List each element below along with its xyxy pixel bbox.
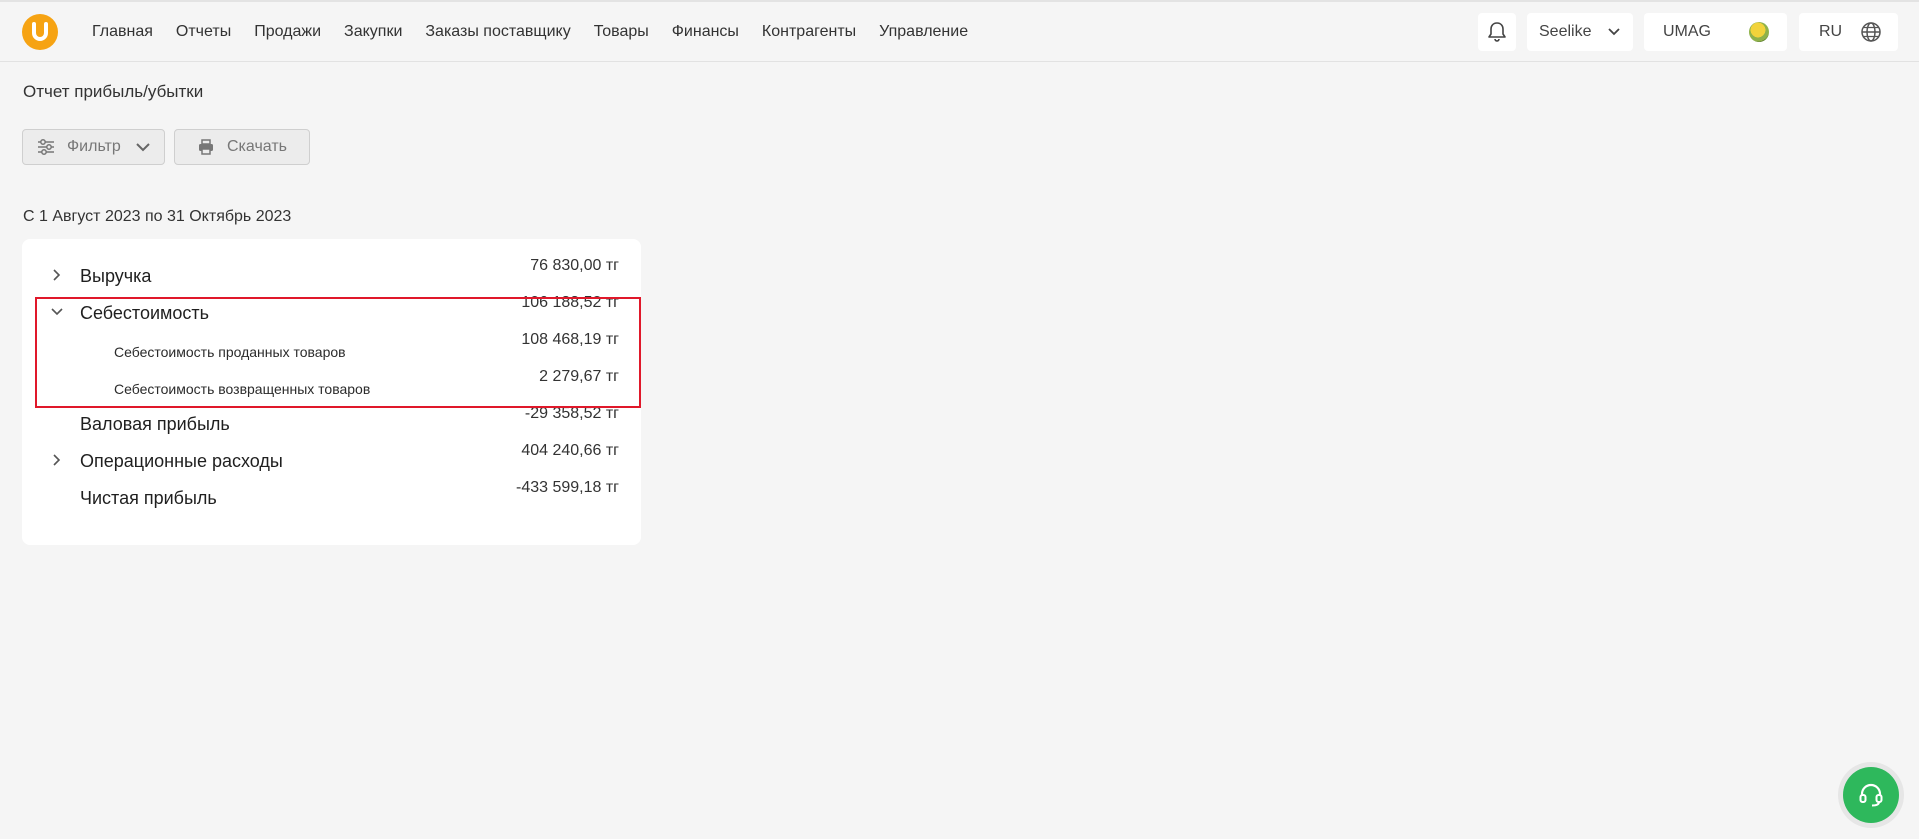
chevron-right-icon xyxy=(53,454,61,466)
support-chat-button[interactable] xyxy=(1843,767,1899,823)
company-select[interactable]: Seelike xyxy=(1527,13,1633,51)
company-name: Seelike xyxy=(1539,23,1592,40)
nav-item-reports[interactable]: Отчеты xyxy=(176,23,231,41)
report-row-cost[interactable]: Себестоимость 106 188,52 тг xyxy=(22,293,641,330)
row-label: Операционные расходы xyxy=(80,451,283,471)
report-row-revenue[interactable]: Выручка 76 830,00 тг xyxy=(22,256,641,293)
nav-item-purchases[interactable]: Закупки xyxy=(344,23,402,41)
row-amount: -29 358,52 тг xyxy=(524,405,619,422)
report-row-cost-sold: Себестоимость проданных товаров 108 468,… xyxy=(22,330,641,367)
logo[interactable] xyxy=(22,14,58,50)
nav-item-counterparties[interactable]: Контрагенты xyxy=(762,23,856,41)
chevron-down-icon xyxy=(1608,28,1620,36)
download-label: Скачать xyxy=(227,138,287,155)
printer-icon xyxy=(199,139,213,155)
profit-loss-table: Выручка 76 830,00 тг Себестоимость 106 1… xyxy=(22,239,641,545)
chevron-right-icon xyxy=(53,269,61,281)
main-nav: Главная Отчеты Продажи Закупки Заказы по… xyxy=(92,2,991,62)
row-label: Себестоимость возвращенных товаров xyxy=(114,381,371,397)
chevron-down-icon xyxy=(51,308,63,316)
language-select[interactable]: RU xyxy=(1799,13,1898,51)
row-label: Себестоимость xyxy=(80,303,210,323)
row-label: Себестоимость проданных товаров xyxy=(114,344,346,360)
report-row-operating-expenses[interactable]: Операционные расходы 404 240,66 тг xyxy=(22,441,641,478)
row-amount: 106 188,52 тг xyxy=(521,294,619,311)
row-label: Чистая прибыль xyxy=(80,488,217,508)
row-amount: -433 599,18 тг xyxy=(515,479,619,496)
report-row-cost-returned: Себестоимость возвращенных товаров 2 279… xyxy=(22,367,641,404)
row-label: Валовая прибыль xyxy=(80,414,230,434)
sliders-icon xyxy=(38,139,54,155)
bell-icon xyxy=(1488,22,1506,42)
download-button[interactable]: Скачать xyxy=(174,129,310,165)
page-title: Отчет прибыль/убытки xyxy=(23,82,204,101)
store-select[interactable]: UMAG xyxy=(1644,13,1787,51)
row-amount: 2 279,67 тг xyxy=(539,368,619,385)
nav-item-management[interactable]: Управление xyxy=(879,23,968,41)
logo-u-icon xyxy=(32,22,48,41)
chevron-down-icon xyxy=(136,143,150,152)
row-amount: 76 830,00 тг xyxy=(530,257,619,274)
store-avatar xyxy=(1749,22,1769,42)
nav-item-products[interactable]: Товары xyxy=(594,23,649,41)
nav-item-home[interactable]: Главная xyxy=(92,23,153,41)
report-row-gross-profit: Валовая прибыль -29 358,52 тг xyxy=(22,404,641,441)
nav-item-supplier-orders[interactable]: Заказы поставщику xyxy=(425,23,570,41)
top-bar: Главная Отчеты Продажи Закупки Заказы по… xyxy=(0,0,1919,62)
filter-label: Фильтр xyxy=(67,138,121,155)
language-code: RU xyxy=(1819,23,1843,40)
store-name: UMAG xyxy=(1663,23,1711,40)
filter-button[interactable]: Фильтр xyxy=(22,129,165,165)
row-label: Выручка xyxy=(80,266,152,286)
report-period: С 1 Август 2023 по 31 Октябрь 2023 xyxy=(23,208,292,225)
row-amount: 404 240,66 тг xyxy=(521,442,619,459)
nav-item-sales[interactable]: Продажи xyxy=(254,23,321,41)
globe-icon xyxy=(1861,22,1881,42)
nav-item-finance[interactable]: Финансы xyxy=(672,23,739,41)
row-amount: 108 468,19 тг xyxy=(521,331,619,348)
notifications-button[interactable] xyxy=(1478,13,1516,51)
report-row-net-profit: Чистая прибыль -433 599,18 тг xyxy=(22,478,641,515)
headset-icon xyxy=(1859,783,1883,807)
